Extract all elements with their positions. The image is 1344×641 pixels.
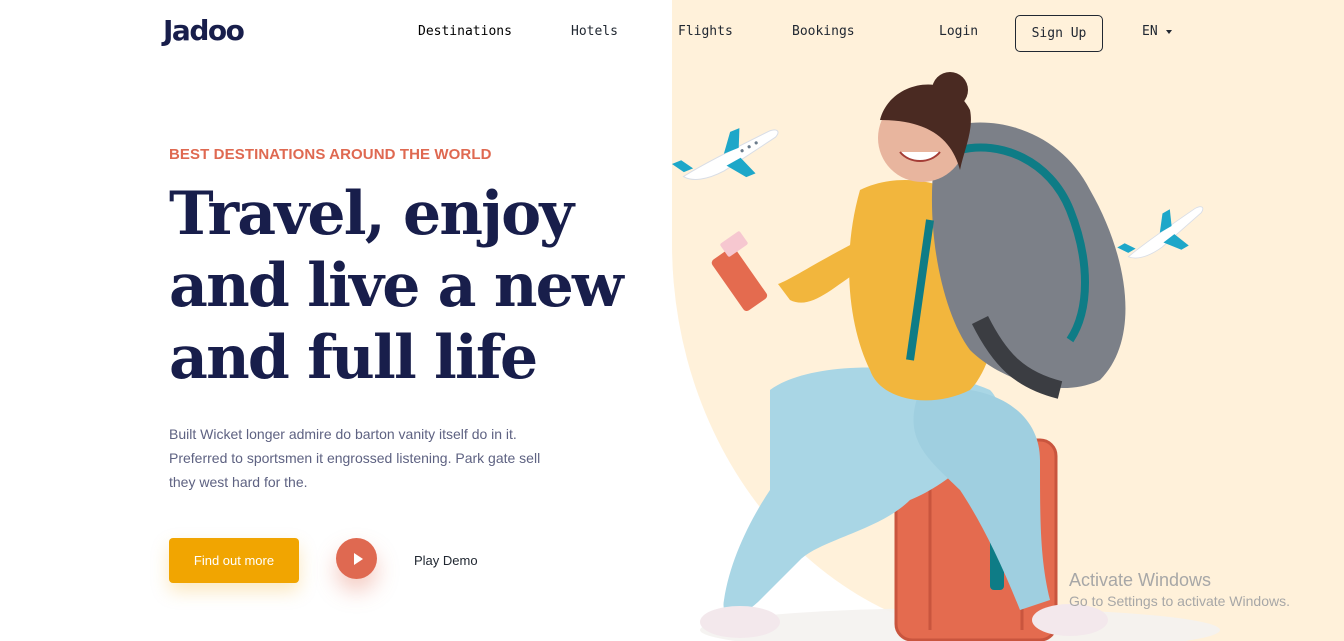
airplane-icon <box>1117 206 1204 259</box>
play-demo-button[interactable] <box>336 538 377 579</box>
airplane-icon <box>671 128 779 180</box>
play-demo-label[interactable]: Play Demo <box>414 553 478 568</box>
headline-word-enjoy: enjoy <box>402 179 574 249</box>
hero-headline: Travel, enjoy and live a new and full li… <box>169 178 629 394</box>
nav-link-destinations[interactable]: Destinations <box>418 24 512 39</box>
play-icon <box>353 552 363 565</box>
watermark-subtitle: Go to Settings to activate Windows. <box>1069 593 1290 609</box>
hero-description: Built Wicket longer admire do barton van… <box>169 426 541 490</box>
nav-link-hotels[interactable]: Hotels <box>571 24 618 39</box>
nav-link-bookings[interactable]: Bookings <box>792 24 855 39</box>
nav-link-flights[interactable]: Flights <box>678 24 733 39</box>
nav-link-login[interactable]: Login <box>939 24 978 39</box>
windows-activation-watermark: Activate Windows Go to Settings to activ… <box>1069 570 1290 609</box>
language-label: EN <box>1142 24 1158 39</box>
language-selector[interactable]: EN <box>1142 24 1172 39</box>
headline-line-3: and full life <box>169 323 538 393</box>
headline-word-travel: Travel, <box>169 179 386 249</box>
brand-name: Jadoo <box>163 14 245 47</box>
brand-logo[interactable]: Jadoo <box>163 14 245 47</box>
watermark-title: Activate Windows <box>1069 570 1212 590</box>
headline-line-2: and live a new <box>169 251 624 321</box>
headline-line-1: Travel, enjoy <box>169 178 629 250</box>
caret-down-icon <box>1165 29 1172 34</box>
hero-eyebrow: BEST DESTINATIONS AROUND THE WORLD <box>169 146 492 163</box>
signup-button[interactable]: Sign Up <box>1015 15 1103 52</box>
hero-traveler-illustration <box>671 72 1220 641</box>
find-out-more-button[interactable]: Find out more <box>169 538 299 583</box>
